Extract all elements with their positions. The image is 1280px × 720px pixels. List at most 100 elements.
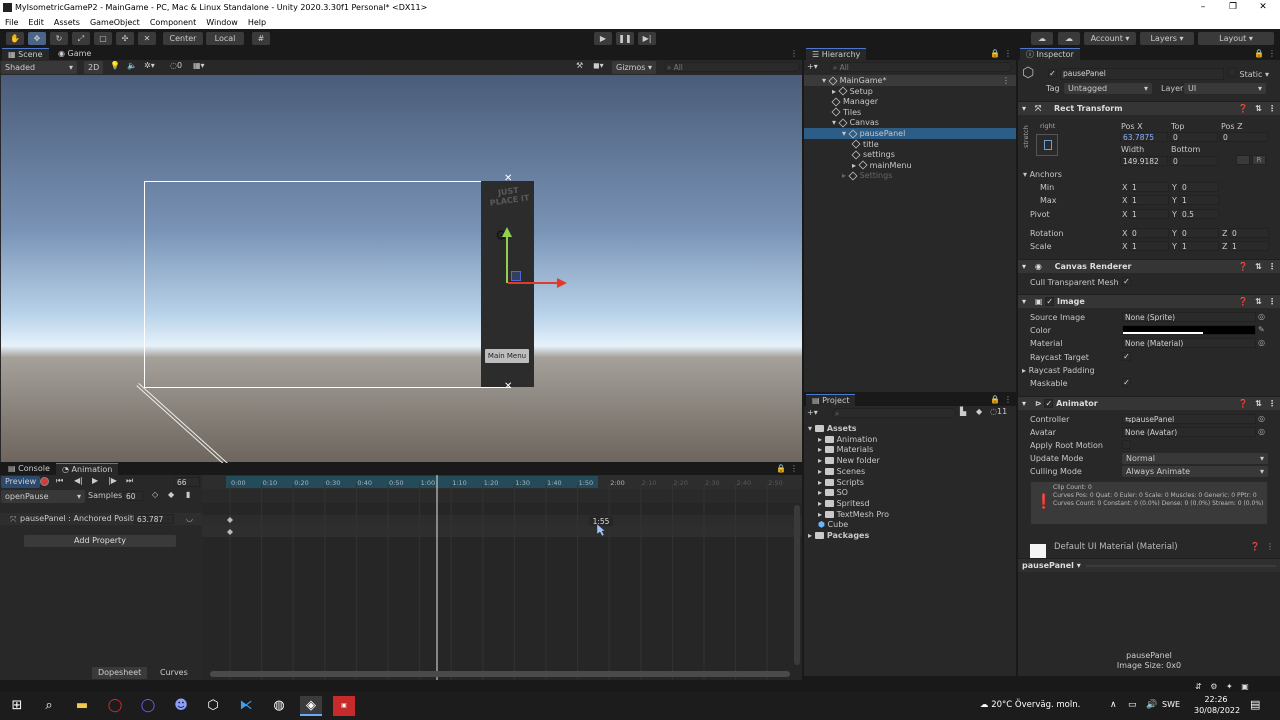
- scene-search-input[interactable]: ⌕ All: [664, 62, 800, 72]
- rotation-z-field[interactable]: 0: [1229, 228, 1269, 238]
- grid-snap-icon[interactable]: #: [252, 32, 270, 45]
- active-checkbox[interactable]: ✓: [1048, 69, 1057, 78]
- expand-arrow-icon[interactable]: ▸: [818, 499, 825, 508]
- posz-field[interactable]: 0: [1220, 132, 1268, 142]
- hidden-packages-count[interactable]: ◌11: [990, 407, 1007, 416]
- layers-dropdown[interactable]: Layers ▾: [1140, 32, 1194, 45]
- timeline-dopesheet[interactable]: 0:00 0:10 0:20 0:30 0:40 0:50 1:00 1:10 1:20 1:30…: [202, 475, 802, 680]
- tools-icon[interactable]: ⚒: [576, 61, 583, 70]
- audio-toggle-icon[interactable]: 🔈: [127, 61, 137, 70]
- project-menu-icon[interactable]: ⋮: [1004, 395, 1012, 404]
- tab-project[interactable]: ▤ Project: [806, 394, 856, 406]
- prev-key-icon[interactable]: ◀|: [74, 476, 83, 485]
- status-icon[interactable]: ▣: [1241, 682, 1249, 691]
- event-lane[interactable]: [202, 489, 802, 503]
- preset-icon[interactable]: ⇅: [1255, 295, 1262, 309]
- rotation-y-field[interactable]: 0: [1179, 228, 1219, 238]
- windows-start-icon[interactable]: ⊞: [6, 696, 28, 716]
- bottom-field[interactable]: 0: [1170, 156, 1218, 166]
- clip-dropdown[interactable]: openPause ▾: [1, 490, 85, 503]
- scene-menu-icon[interactable]: ⋮: [1002, 75, 1010, 86]
- filter-type-icon[interactable]: ▙: [960, 407, 966, 416]
- opera-gx-icon[interactable]: ◯: [137, 696, 159, 716]
- frame-field[interactable]: 66: [174, 477, 200, 487]
- collab-icon[interactable]: ☁: [1031, 32, 1053, 45]
- animation-menu-icon[interactable]: ⋮: [790, 464, 798, 473]
- pivot-local-button[interactable]: Local: [206, 32, 244, 45]
- scene-viewport[interactable]: JUST PLACE IT ⚙ Main Menu ✕ ✕: [1, 75, 802, 480]
- add-event-icon[interactable]: ◆: [168, 490, 174, 499]
- transform-tool-icon[interactable]: ✣: [116, 32, 134, 45]
- object-picker-icon[interactable]: ◎: [1258, 312, 1265, 321]
- object-picker-icon[interactable]: ◎: [1258, 427, 1265, 436]
- custom-tool-icon[interactable]: ✕: [138, 32, 156, 45]
- bottom-anchor-icon[interactable]: ✕: [504, 381, 512, 392]
- tab-game[interactable]: ◉ Game: [52, 48, 97, 60]
- static-toggle[interactable]: Static ▾: [1228, 68, 1269, 79]
- menu-item-assets[interactable]: Assets: [54, 18, 80, 27]
- animator-enabled-checkbox[interactable]: ✓: [1044, 399, 1054, 408]
- step-icon[interactable]: ▶|: [638, 32, 656, 45]
- scale-z-field[interactable]: 1: [1229, 241, 1269, 251]
- hidden-count[interactable]: ◌0: [170, 61, 182, 70]
- hierarchy-item-settings[interactable]: settings: [804, 149, 1016, 160]
- clock-time[interactable]: 22:26: [1194, 695, 1238, 704]
- preset-icon[interactable]: ⇅: [1255, 260, 1262, 274]
- lock-icon[interactable]: 🔒: [990, 49, 1000, 58]
- project-item-packages[interactable]: ▸ Packages: [804, 530, 1016, 541]
- expand-arrow-icon[interactable]: ▸: [818, 478, 825, 487]
- controller-field[interactable]: ⇆pausePanel: [1122, 414, 1256, 424]
- scale-x-field[interactable]: 1: [1129, 241, 1169, 251]
- volume-icon[interactable]: 🔊: [1146, 700, 1157, 710]
- pivot-y-field[interactable]: 0.5: [1179, 209, 1219, 219]
- status-icon[interactable]: ✦: [1226, 682, 1233, 691]
- move-tool-icon[interactable]: ✥: [28, 32, 46, 45]
- tab-scene[interactable]: ▦ Scene: [2, 48, 49, 60]
- image-header[interactable]: ▾ ▣ ✓ Image ❓ ⇅ ⋮: [1018, 294, 1280, 308]
- project-item-new-folder[interactable]: ▸ New folder: [804, 455, 1016, 466]
- vertical-scrollbar[interactable]: [794, 505, 800, 665]
- color-swatch[interactable]: [1122, 325, 1256, 335]
- tab-curves[interactable]: Curves: [154, 667, 194, 679]
- minimize-icon[interactable]: –: [1196, 1, 1210, 13]
- pause-panel-rect[interactable]: JUST PLACE IT ⚙ Main Menu: [481, 181, 534, 387]
- hierarchy-item-tiles[interactable]: Tiles: [804, 107, 1016, 118]
- anchor-preset-button[interactable]: [1036, 134, 1058, 156]
- vscode-icon[interactable]: ⧔: [235, 696, 257, 716]
- posx-field[interactable]: 63.7875: [1120, 132, 1168, 142]
- next-key-icon[interactable]: |▶: [108, 476, 117, 485]
- property-options-icon[interactable]: ◡: [186, 514, 193, 523]
- x-axis-gizmo[interactable]: [508, 282, 558, 284]
- hierarchy-search-input[interactable]: ⌕ All: [830, 62, 1012, 72]
- component-menu-icon[interactable]: ⋮: [1266, 542, 1274, 551]
- add-property-button[interactable]: Add Property: [24, 535, 176, 547]
- tab-inspector[interactable]: ⓘ Inspector: [1020, 48, 1080, 60]
- project-lock-icon[interactable]: 🔒: [990, 395, 1000, 404]
- github-icon[interactable]: ◍: [268, 696, 290, 716]
- help-icon[interactable]: ❓: [1238, 397, 1248, 411]
- rotate-tool-icon[interactable]: ↻: [50, 32, 68, 45]
- add-object-icon[interactable]: +▾: [807, 62, 818, 71]
- tray-chevron-icon[interactable]: ∧: [1110, 700, 1117, 710]
- account-dropdown[interactable]: Account ▾: [1084, 32, 1136, 45]
- menu-item-window[interactable]: Window: [206, 18, 238, 27]
- menu-item-file[interactable]: File: [5, 18, 18, 27]
- maximize-icon[interactable]: ❐: [1226, 1, 1240, 13]
- xy-plane-handle[interactable]: [511, 271, 521, 281]
- expand-arrow-icon[interactable]: ▸: [808, 531, 815, 540]
- inspector-lock-icon[interactable]: 🔒: [1254, 49, 1264, 58]
- expand-arrow-icon[interactable]: ▸: [818, 488, 825, 497]
- expand-arrow-icon[interactable]: ▸: [818, 467, 825, 476]
- scale-tool-icon[interactable]: ⤢: [72, 32, 90, 45]
- clock-date[interactable]: 30/08/2022: [1194, 706, 1240, 715]
- raw-edit-button[interactable]: R: [1252, 155, 1266, 165]
- status-icon[interactable]: ⇵: [1195, 682, 1202, 691]
- raycast-padding-foldout[interactable]: ▸ Raycast Padding: [1022, 366, 1095, 375]
- file-explorer-icon[interactable]: ▬: [71, 696, 93, 716]
- component-menu-icon[interactable]: ⋮: [1268, 260, 1276, 274]
- mode-2d-button[interactable]: 2D: [84, 61, 104, 74]
- recorder-app-icon[interactable]: ▣: [333, 696, 355, 716]
- discord-icon[interactable]: ☻: [170, 696, 192, 716]
- record-icon[interactable]: [40, 477, 49, 486]
- last-key-icon[interactable]: ⏭: [126, 476, 133, 486]
